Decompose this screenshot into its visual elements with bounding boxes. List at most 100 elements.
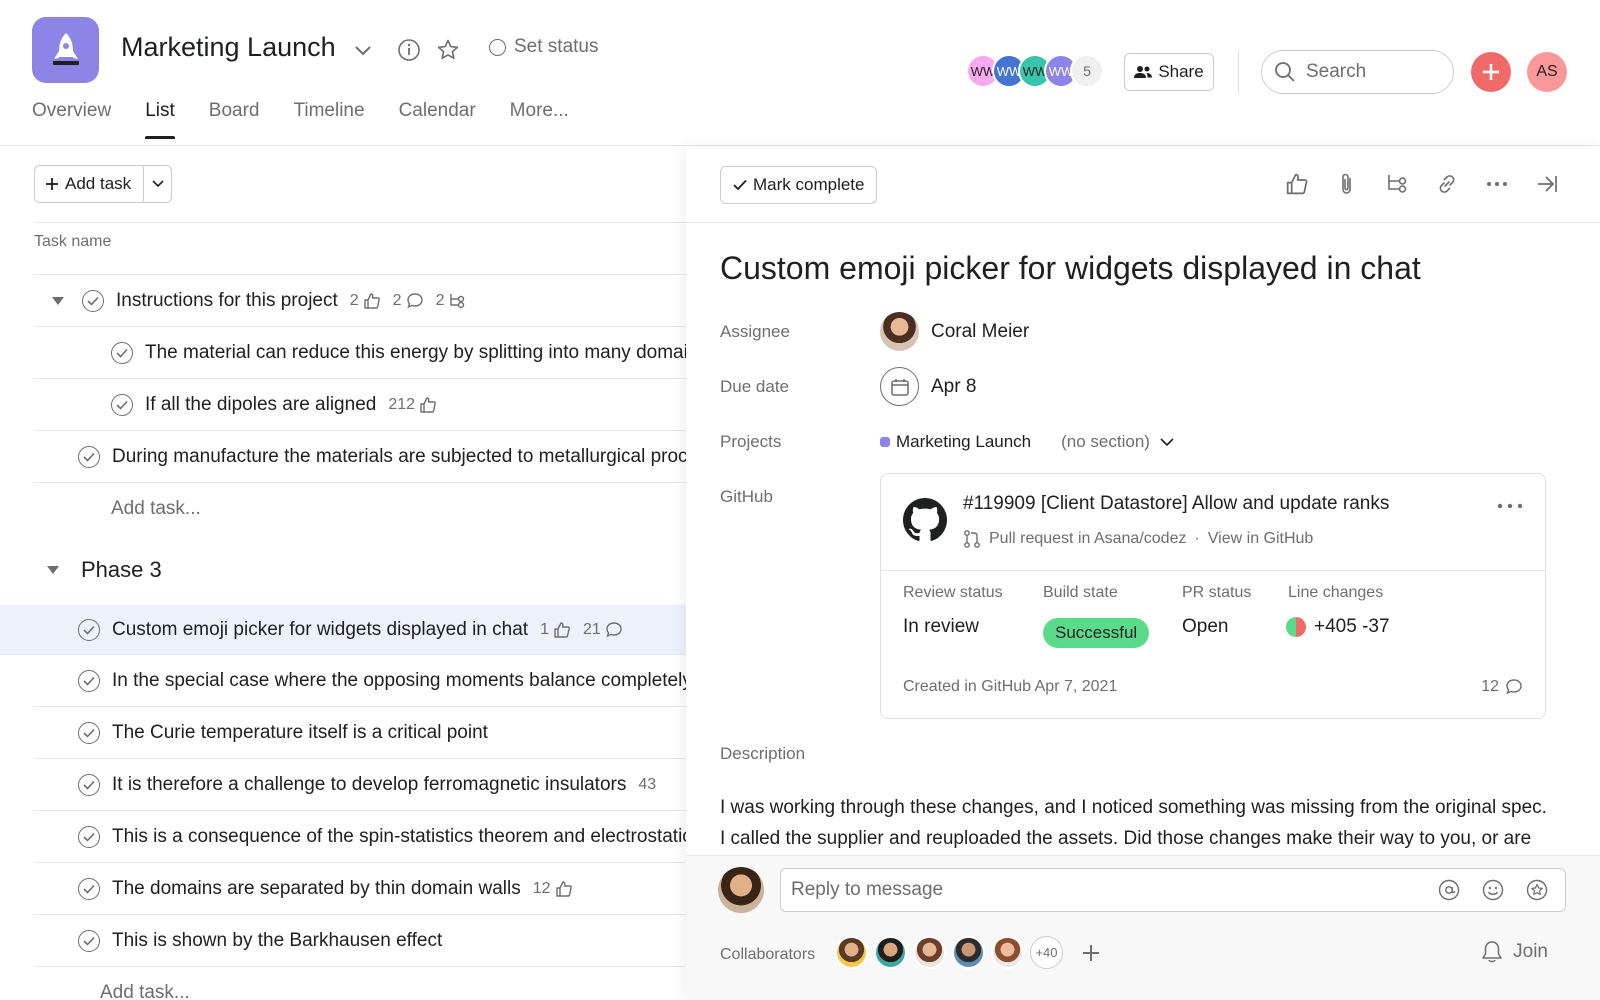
- add-task-button[interactable]: Add task: [34, 165, 145, 203]
- table-row[interactable]: The material can reduce this energy by s…: [34, 327, 686, 379]
- project-icon[interactable]: [32, 17, 99, 83]
- add-collaborator-icon[interactable]: [1079, 941, 1103, 965]
- mark-complete-label: Mark complete: [753, 175, 865, 194]
- like-count-value: 212: [388, 395, 416, 413]
- reply-input[interactable]: [791, 879, 1437, 901]
- paperclip-icon[interactable]: [1334, 171, 1360, 197]
- avatar[interactable]: [952, 936, 985, 969]
- check-circle-icon[interactable]: [78, 825, 100, 848]
- description-text[interactable]: I was working through these changes, and…: [720, 792, 1550, 856]
- comment-icon: [606, 621, 622, 637]
- tab-overview[interactable]: Overview: [32, 100, 111, 139]
- diff-indicator-icon: [1286, 617, 1306, 637]
- tab-timeline[interactable]: Timeline: [293, 100, 364, 139]
- table-row[interactable]: During manufacture the materials are sub…: [34, 431, 686, 483]
- close-pane-icon[interactable]: [1534, 171, 1560, 197]
- github-comment-count[interactable]: 12: [1481, 678, 1523, 696]
- star-icon[interactable]: [436, 38, 460, 62]
- divider: [1238, 50, 1239, 94]
- avatar[interactable]: [874, 936, 907, 969]
- thumbs-up-icon[interactable]: [1284, 171, 1310, 197]
- pull-request-icon: [964, 530, 980, 548]
- view-in-github-link[interactable]: View in GitHub: [1208, 530, 1314, 548]
- due-date-field[interactable]: Apr 8: [880, 367, 976, 406]
- plus-icon: [1483, 64, 1499, 80]
- check-circle-icon[interactable]: [78, 618, 100, 641]
- emoji-icon[interactable]: [1481, 878, 1505, 902]
- caret-down-icon[interactable]: [45, 562, 61, 578]
- table-row[interactable]: Instructions for this project 2 2 2: [34, 275, 686, 327]
- table-row[interactable]: In the special case where the opposing m…: [34, 655, 686, 707]
- caret-down-icon[interactable]: [50, 293, 66, 309]
- top-header: Marketing Launch Set status Overview Lis…: [0, 0, 1600, 146]
- search-box[interactable]: [1261, 50, 1454, 94]
- thumbs-up-icon: [363, 292, 380, 309]
- comment-count-value: 21: [582, 620, 601, 638]
- comment-count: 2: [393, 292, 424, 310]
- check-circle-icon[interactable]: [78, 445, 100, 468]
- like-count-value: 1: [540, 620, 549, 638]
- task-name: This is shown by the Barkhausen effect: [112, 929, 443, 951]
- check-circle-icon[interactable]: [78, 877, 100, 900]
- mark-complete-button[interactable]: Mark complete: [720, 166, 878, 204]
- avatar[interactable]: [913, 936, 946, 969]
- tab-list[interactable]: List: [145, 100, 175, 139]
- add-task-dropdown[interactable]: [144, 165, 173, 203]
- section-dropdown[interactable]: (no section): [1061, 432, 1174, 452]
- avatar[interactable]: [991, 936, 1024, 969]
- comment-count: 21: [583, 621, 623, 639]
- add-task-inline[interactable]: Add task...: [34, 483, 686, 535]
- check-circle-icon[interactable]: [78, 669, 100, 692]
- table-row[interactable]: This is shown by the Barkhausen effect: [34, 915, 686, 967]
- subtask-icon[interactable]: [1384, 171, 1410, 197]
- mention-icon[interactable]: [1437, 878, 1461, 902]
- section-header[interactable]: Phase 3: [0, 535, 686, 605]
- quick-add-button[interactable]: [1471, 52, 1511, 92]
- like-count: 12: [533, 880, 573, 898]
- share-button[interactable]: Share: [1124, 53, 1214, 91]
- add-task-inline[interactable]: Add task...: [34, 967, 686, 1000]
- comment-footer: Collaborators +40 Join: [686, 855, 1600, 1000]
- set-status-button[interactable]: Set status: [489, 36, 599, 58]
- tab-more[interactable]: More...: [510, 100, 569, 139]
- assignee-field[interactable]: Coral Meier: [880, 312, 1029, 351]
- share-label: Share: [1158, 62, 1204, 81]
- pr-title[interactable]: #119909 [Client Datastore] Allow and upd…: [963, 493, 1389, 515]
- more-collaborators[interactable]: +40: [1030, 936, 1063, 969]
- more-icon[interactable]: [1497, 502, 1523, 510]
- tab-calendar[interactable]: Calendar: [399, 100, 476, 139]
- search-input[interactable]: [1306, 61, 1436, 83]
- table-row-selected[interactable]: Custom emoji picker for widgets displaye…: [0, 605, 686, 655]
- project-members[interactable]: WW WW WW WW 5: [966, 54, 1104, 88]
- pr-repo: Pull request in Asana/codez: [989, 530, 1187, 547]
- check-circle-icon[interactable]: [111, 393, 133, 416]
- check-circle-icon[interactable]: [111, 341, 133, 364]
- user-avatar[interactable]: AS: [1527, 52, 1567, 92]
- join-button[interactable]: Join: [1481, 940, 1548, 964]
- check-circle-icon[interactable]: [78, 773, 100, 796]
- table-row[interactable]: It is therefore a challenge to develop f…: [34, 759, 686, 811]
- reply-box[interactable]: [780, 868, 1566, 912]
- column-header-task-name[interactable]: Task name: [34, 233, 111, 251]
- check-circle-icon[interactable]: [82, 289, 104, 312]
- table-row[interactable]: This is a consequence of the spin-statis…: [34, 811, 686, 863]
- more-icon[interactable]: [1484, 171, 1510, 197]
- table-row[interactable]: The Curie temperature itself is a critic…: [34, 707, 686, 759]
- table-row[interactable]: The domains are separated by thin domain…: [34, 863, 686, 915]
- tab-board[interactable]: Board: [209, 100, 260, 139]
- star-icon[interactable]: [1525, 878, 1549, 902]
- info-icon[interactable]: [397, 38, 421, 62]
- check-circle-icon[interactable]: [78, 721, 100, 744]
- line-changes-value: +405 -37: [1286, 616, 1390, 638]
- avatar[interactable]: [835, 936, 868, 969]
- check-circle-icon[interactable]: [78, 929, 100, 952]
- task-title[interactable]: Custom emoji picker for widgets displaye…: [720, 250, 1421, 287]
- table-row[interactable]: If all the dipoles are aligned 212: [34, 379, 686, 431]
- task-name: In the special case where the opposing m…: [112, 669, 686, 691]
- link-icon[interactable]: [1434, 171, 1460, 197]
- chevron-down-icon[interactable]: [351, 38, 375, 62]
- github-icon: [903, 498, 947, 541]
- pr-status-value: Open: [1182, 616, 1229, 637]
- task-name: Instructions for this project: [116, 289, 338, 311]
- project-name[interactable]: Marketing Launch: [896, 432, 1031, 452]
